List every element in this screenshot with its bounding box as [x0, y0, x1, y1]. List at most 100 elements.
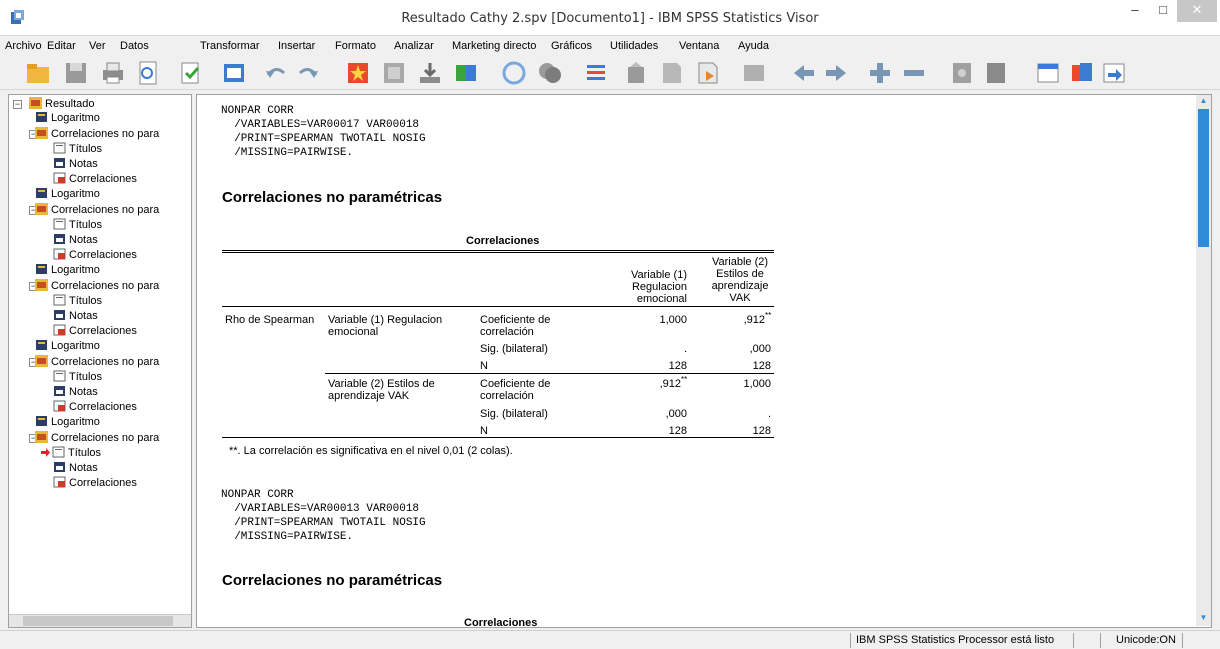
tree-item-logaritmo[interactable]: Logaritmo — [35, 187, 100, 201]
significance-marker: ** — [681, 375, 688, 384]
stat-label-n: N — [480, 360, 488, 372]
tree-label: Correlaciones no para — [51, 280, 160, 292]
print-icon[interactable] — [99, 59, 127, 87]
tree-item-titulos[interactable]: Títulos — [53, 294, 102, 308]
goto-data-icon[interactable] — [344, 59, 372, 87]
promote-icon[interactable] — [790, 59, 818, 87]
menu-ventana[interactable]: Ventana — [679, 40, 719, 52]
tree-item-notas[interactable]: Notas — [53, 233, 98, 247]
undo-icon[interactable] — [262, 59, 290, 87]
col-header-line: aprendizaje — [711, 280, 769, 292]
demote-icon[interactable] — [822, 59, 850, 87]
menu-ayuda[interactable]: Ayuda — [738, 40, 769, 52]
tree-label: Notas — [69, 386, 98, 398]
menu-analizar[interactable]: Analizar — [394, 40, 434, 52]
notes-icon — [54, 158, 65, 168]
scroll-up-arrow-icon[interactable]: ▲ — [1198, 96, 1209, 108]
select-cases-icon[interactable] — [582, 59, 610, 87]
collapse-toggle[interactable]: − — [13, 100, 22, 109]
tree-label: Correlaciones no para — [51, 432, 160, 444]
tree-item-correlaciones[interactable]: Correlaciones — [53, 248, 137, 262]
tree-item-logaritmo[interactable]: Logaritmo — [35, 111, 100, 125]
tree-item-correlaciones[interactable]: Correlaciones — [53, 400, 137, 414]
tree-label: Correlaciones no para — [51, 128, 160, 140]
maximize-button[interactable]: □ — [1149, 0, 1177, 22]
tree-label: Correlaciones — [69, 401, 137, 413]
tree-item-procedure[interactable]: Correlaciones no para — [35, 431, 159, 445]
tree-item-correlaciones[interactable]: Correlaciones — [53, 324, 137, 338]
tree-item-titulos[interactable]: Títulos — [53, 142, 102, 156]
chart-icon[interactable] — [500, 59, 528, 87]
status-divider — [850, 633, 851, 648]
minimize-button[interactable]: – — [1121, 0, 1149, 22]
menu-utilidades[interactable]: Utilidades — [610, 40, 658, 52]
menu-graficos[interactable]: Gráficos — [551, 40, 592, 52]
show-icon[interactable] — [948, 59, 976, 87]
insert-object-icon[interactable] — [1100, 59, 1128, 87]
tree-item-logaritmo[interactable]: Logaritmo — [35, 415, 100, 429]
collapse-icon[interactable] — [900, 59, 928, 87]
scroll-thumb[interactable] — [23, 616, 173, 626]
output-folder-icon — [29, 97, 42, 109]
insert-text-icon[interactable] — [694, 59, 722, 87]
stat-label-coef: Coeficiente de — [480, 314, 551, 326]
insert-heading-icon[interactable] — [1034, 59, 1062, 87]
recall-dialog-icon[interactable] — [220, 59, 248, 87]
open-icon[interactable] — [24, 59, 52, 87]
tree-item-procedure[interactable]: Correlaciones no para — [35, 355, 159, 369]
menu-insertar[interactable]: Insertar — [278, 40, 315, 52]
menu-formato[interactable]: Formato — [335, 40, 376, 52]
output-pane[interactable]: NONPAR CORR /VARIABLES=VAR00017 VAR00018… — [196, 94, 1212, 628]
close-button[interactable]: ✕ — [1177, 0, 1217, 22]
menu-editar[interactable]: Editar — [47, 40, 76, 52]
output-vertical-scrollbar[interactable]: ▲ ▼ — [1196, 95, 1211, 626]
tree-item-correlaciones[interactable]: Correlaciones — [53, 476, 137, 490]
expand-icon[interactable] — [866, 59, 894, 87]
pie-icon[interactable] — [536, 59, 564, 87]
save-icon[interactable] — [62, 59, 90, 87]
menu-datos[interactable]: Datos — [120, 40, 149, 52]
tree-item-procedure[interactable]: Correlaciones no para — [35, 279, 159, 293]
insert-output-icon[interactable] — [658, 59, 686, 87]
insert-title-icon[interactable] — [740, 59, 768, 87]
variables-icon[interactable] — [452, 59, 480, 87]
menu-transformar[interactable]: Transformar — [200, 40, 260, 52]
tree-item-notas[interactable]: Notas — [53, 461, 98, 475]
stat-label-coef: Coeficiente de — [480, 378, 551, 390]
tree-item-root[interactable]: Resultado — [29, 97, 95, 111]
menu-ver[interactable]: Ver — [89, 40, 106, 52]
print-preview-icon[interactable] — [134, 59, 162, 87]
goto-variable-icon[interactable] — [416, 59, 444, 87]
scroll-down-arrow-icon[interactable]: ▼ — [1198, 613, 1209, 625]
syntax-line: /PRINT=SPEARMAN TWOTAIL NOSIG — [221, 517, 426, 529]
tree-item-notas[interactable]: Notas — [53, 157, 98, 171]
outline-horizontal-scrollbar[interactable] — [9, 614, 191, 627]
tree-item-procedure[interactable]: Correlaciones no para — [35, 203, 159, 217]
table-title[interactable]: Correlaciones — [464, 617, 537, 627]
tree-item-notas[interactable]: Notas — [53, 309, 98, 323]
tree-label: Títulos — [69, 295, 103, 307]
tree-item-procedure[interactable]: Correlaciones no para — [35, 127, 159, 141]
syntax-line: NONPAR CORR — [221, 489, 294, 501]
menu-archivo[interactable]: Archivo — [5, 40, 42, 52]
tree-item-titulos[interactable]: Títulos — [53, 370, 102, 384]
designate-window-icon[interactable] — [622, 59, 650, 87]
goto-case-icon[interactable] — [380, 59, 408, 87]
table-cell: ,000 — [665, 408, 687, 420]
tree-item-logaritmo[interactable]: Logaritmo — [35, 263, 100, 277]
tree-item-titulos-current[interactable]: Títulos — [41, 446, 101, 460]
tree-item-correlaciones[interactable]: Correlaciones — [53, 172, 137, 186]
table-title[interactable]: Correlaciones — [466, 235, 539, 247]
tree-item-logaritmo[interactable]: Logaritmo — [35, 339, 100, 353]
redo-icon[interactable] — [294, 59, 322, 87]
insert-page-icon[interactable] — [1068, 59, 1096, 87]
tree-item-notas[interactable]: Notas — [53, 385, 98, 399]
outline-pane[interactable]: − Resultado Logaritmo − Correlaciones no… — [8, 94, 192, 628]
export-icon[interactable] — [176, 59, 204, 87]
syntax-line: /VARIABLES=VAR00013 VAR00018 — [221, 503, 420, 515]
tree-item-titulos[interactable]: Títulos — [53, 218, 102, 232]
hide-icon[interactable] — [982, 59, 1010, 87]
tree-label: Correlaciones — [69, 477, 137, 489]
scroll-thumb[interactable] — [1198, 109, 1209, 247]
menu-marketing-directo[interactable]: Marketing directo — [452, 40, 536, 52]
